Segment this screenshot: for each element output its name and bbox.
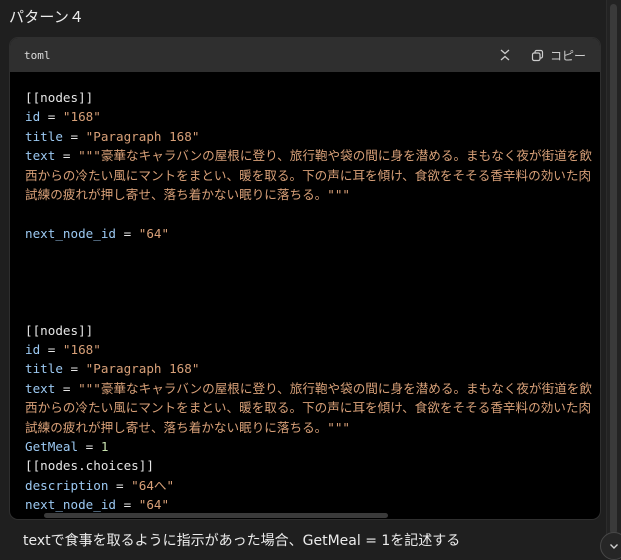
code-token: "64": [138, 225, 170, 241]
code-token: =: [78, 439, 101, 455]
code-token: title: [25, 361, 63, 377]
scrollbar-thumb[interactable]: [610, 4, 617, 534]
code-token: [[nodes]]: [25, 90, 94, 105]
code-line: title = "Paragraph 168": [25, 359, 600, 378]
code-token: =: [40, 342, 63, 358]
code-token: 西からの冷たい風にマントをまとい、暖を取る。下の声に耳を傾け、食欲をそそる香辛料…: [25, 400, 592, 416]
code-token: text: [25, 380, 56, 396]
code-token: "Paragraph 168": [85, 128, 200, 144]
code-line: text = """豪華なキャラバンの屋根に登り、旅行鞄や袋の間に身を潜める。ま…: [25, 146, 600, 165]
code-token: 1: [100, 439, 109, 455]
collapse-icon: [500, 49, 510, 61]
code-token: GetMeal: [25, 439, 79, 455]
code-token: =: [116, 225, 139, 241]
code-line: text = """豪華なキャラバンの屋根に登り、旅行鞄や袋の間に身を潜める。ま…: [25, 379, 600, 398]
code-line: next_node_id = "64": [25, 495, 600, 514]
code-line: description = "64へ": [25, 476, 600, 495]
code-token: "Paragraph 168": [85, 361, 200, 377]
code-token: [[nodes.choices]]: [25, 458, 154, 474]
code-token: id: [25, 109, 41, 125]
code-token: """豪華なキャラバンの屋根に登り、旅行鞄や袋の間に身を潜める。まもなく夜が街道…: [78, 148, 592, 164]
code-line: next_node_id = "64": [25, 224, 600, 243]
code-line: [[nodes]]: [25, 88, 600, 107]
vertical-scrollbar[interactable]: [606, 0, 621, 556]
code-token: =: [55, 148, 79, 164]
code-token: "64": [138, 497, 170, 513]
code-token: 西からの冷たい風にマントをまとい、暖を取る。下の声に耳を傾け、食欲をそそる香辛料…: [25, 167, 592, 183]
code-line: id = "168": [25, 107, 600, 126]
copy-button[interactable]: コピー: [531, 47, 586, 64]
copy-icon: [531, 49, 544, 61]
code-block-header: toml コピー: [10, 38, 600, 72]
code-token: next_node_id: [25, 225, 116, 241]
code-token: =: [116, 497, 139, 513]
code-token: =: [55, 380, 79, 396]
horizontal-scrollbar[interactable]: [44, 513, 388, 518]
collapse-button[interactable]: [499, 49, 511, 61]
code-token: """豪華なキャラバンの屋根に登り、旅行鞄や袋の間に身を潜める。まもなく夜が街道…: [78, 380, 592, 396]
code-token: =: [108, 477, 132, 493]
code-block: toml コピー [[nodes]] id = "168" title = "Par…: [9, 37, 601, 520]
code-token: id: [25, 342, 41, 358]
code-token: "168": [62, 342, 101, 358]
code-line: title = "Paragraph 168": [25, 127, 600, 146]
code-line: 試練の疲れが押し寄せ、落ち着かない眠りに落ちる。""": [25, 418, 600, 437]
code-line: [[nodes.choices]]: [25, 456, 600, 475]
code-token: text: [25, 148, 56, 164]
code-line: [[nodes]]: [25, 321, 600, 340]
code-content: [[nodes]] id = "168" title = "Paragraph 16…: [10, 72, 600, 515]
code-token: [[nodes]]: [25, 322, 94, 338]
code-token: 試練の疲れが押し寄せ、落ち着かない眠りに落ちる。""": [25, 419, 350, 435]
code-line: GetMeal = 1: [25, 437, 600, 456]
code-language-label: toml: [24, 48, 51, 62]
code-line: 試練の疲れが押し寄せ、落ち着かない眠りに落ちる。""": [25, 185, 600, 204]
code-line: 西からの冷たい風にマントをまとい、暖を取る。下の声に耳を傾け、食欲をそそる香辛料…: [25, 398, 600, 417]
code-token: "64へ": [131, 477, 175, 493]
code-token: =: [40, 109, 63, 125]
copy-label: コピー: [549, 48, 586, 63]
code-token: 試練の疲れが押し寄せ、落ち着かない眠りに落ちる。""": [25, 186, 350, 202]
chevron-down-icon: [610, 544, 618, 549]
code-actions: コピー: [499, 47, 586, 64]
message-text: textで食事を取るように指示があった場合、GetMeal = 1を記述する: [23, 533, 461, 549]
code-token: next_node_id: [25, 497, 116, 513]
code-token: title: [25, 128, 63, 144]
section-heading: パターン４: [9, 8, 85, 26]
code-line: id = "168": [25, 340, 600, 359]
code-token: =: [62, 361, 86, 377]
code-line: 西からの冷たい風にマントをまとい、暖を取る。下の声に耳を傾け、食欲をそそる香辛料…: [25, 166, 600, 185]
code-token: description: [25, 477, 109, 493]
code-token: "168": [62, 109, 101, 125]
code-token: =: [62, 128, 86, 144]
